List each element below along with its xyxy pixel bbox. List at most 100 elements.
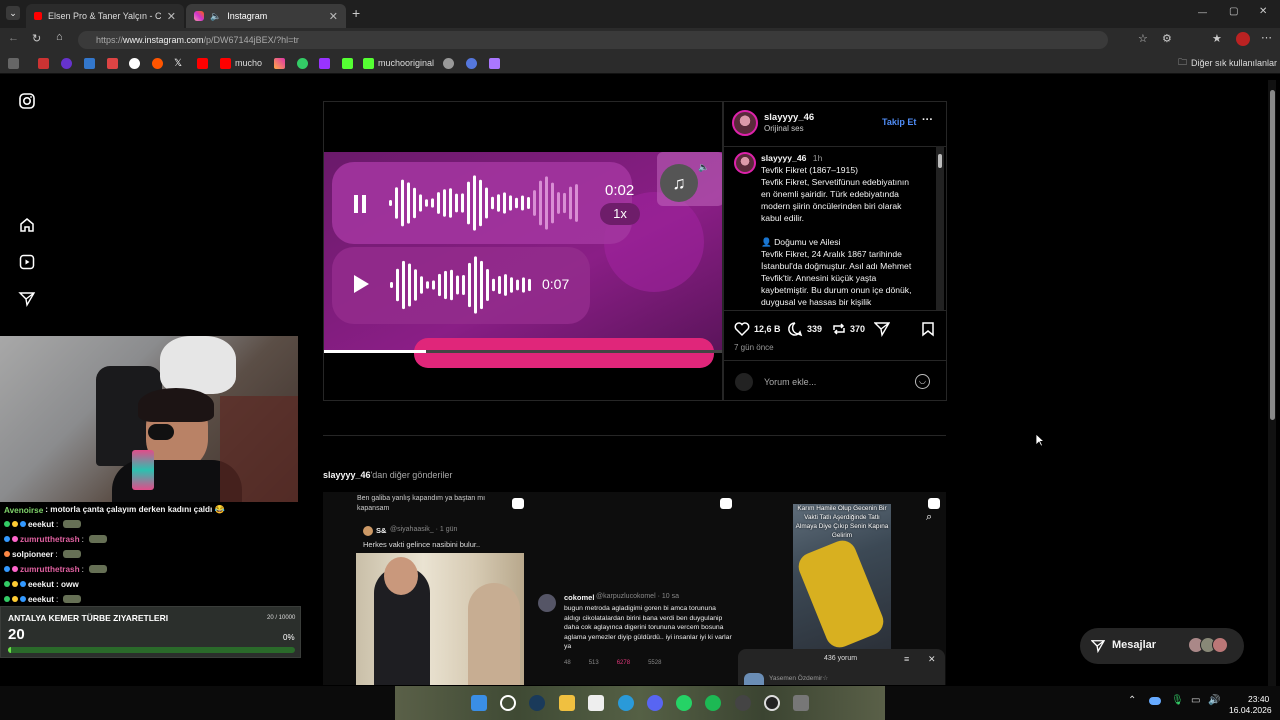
comment-icon[interactable]: [787, 321, 803, 337]
direct-send-icon: [1091, 640, 1105, 653]
webcam-overlay: [0, 336, 298, 502]
tab-list-button[interactable]: ⌄: [6, 6, 20, 20]
url-input[interactable]: https://www.instagram.com/p/DW67144jBEX/…: [78, 31, 1108, 49]
clock-date[interactable]: 16.04.2026: [1229, 705, 1272, 715]
youtube-icon[interactable]: [197, 57, 208, 69]
messages-button[interactable]: Mesajlar: [1080, 628, 1244, 664]
follow-button[interactable]: Takip Et: [882, 117, 916, 127]
close-tab-icon[interactable]: ✕: [329, 10, 338, 23]
bookmark-icon[interactable]: [489, 57, 500, 69]
search-icon[interactable]: [500, 695, 516, 711]
whatsapp-icon[interactable]: [676, 695, 692, 711]
bookmark-icon[interactable]: [8, 57, 19, 69]
direct-send-icon[interactable]: [18, 290, 36, 308]
bookmark-icon[interactable]: [61, 57, 72, 69]
close-window-button[interactable]: ✕: [1259, 6, 1267, 17]
search-icon[interactable]: ⌕: [926, 511, 932, 524]
profile-avatar[interactable]: [1236, 32, 1250, 46]
caption-avatar[interactable]: [734, 152, 756, 174]
reels-icon[interactable]: [18, 253, 36, 271]
app-icon[interactable]: [793, 695, 809, 711]
more-options-icon[interactable]: ···: [922, 114, 933, 126]
instagram-logo-icon[interactable]: [18, 92, 36, 110]
avatar: [1212, 637, 1228, 653]
author-username[interactable]: slayyyy_46: [764, 112, 814, 123]
page-scroll-thumb[interactable]: [1270, 90, 1275, 420]
start-icon[interactable]: [471, 695, 487, 711]
kick-icon[interactable]: [342, 57, 353, 69]
store-icon[interactable]: [588, 695, 604, 711]
close-sheet-icon[interactable]: ✕: [928, 654, 936, 665]
author-avatar[interactable]: [732, 110, 758, 136]
bookmark-mucho[interactable]: mucho: [220, 57, 262, 69]
bookmark-icon[interactable]: [443, 57, 454, 69]
home-icon[interactable]: [18, 216, 36, 234]
playback-speed-badge[interactable]: 1x: [600, 203, 640, 225]
refresh-icon[interactable]: ↻: [32, 32, 41, 45]
other-bookmarks-folder[interactable]: 🗀 Diğer sık kullanılanlar: [1178, 57, 1277, 69]
instagram-icon[interactable]: [274, 57, 285, 69]
speaker-icon[interactable]: 🔈: [210, 11, 221, 22]
clock-time[interactable]: 23:40: [1248, 694, 1269, 704]
pause-icon[interactable]: [354, 195, 366, 213]
repost-icon[interactable]: [831, 321, 847, 337]
comment-input[interactable]: Yorum ekle...: [764, 377, 816, 387]
edge-icon[interactable]: [618, 695, 634, 711]
save-bookmark-icon[interactable]: [920, 321, 936, 337]
favorites-icon[interactable]: ★: [1212, 32, 1222, 45]
google-icon[interactable]: [129, 57, 140, 69]
comments-count[interactable]: 339: [807, 324, 822, 334]
emoji-icon[interactable]: ◡: [915, 374, 930, 389]
posted-time[interactable]: 7 gün önce: [734, 343, 774, 352]
post-thumbnail[interactable]: Ben galiba yanlış kapandım ya baştan mı …: [323, 492, 530, 685]
like-heart-icon[interactable]: [734, 321, 750, 337]
maximize-button[interactable]: ▢: [1229, 6, 1238, 17]
steam-icon[interactable]: [529, 695, 545, 711]
bookmark-icon[interactable]: [84, 57, 95, 69]
discord-icon[interactable]: [647, 695, 663, 711]
bookmark-icon[interactable]: [466, 57, 477, 69]
caption-username[interactable]: slayyyy_46: [761, 153, 806, 163]
reddit-icon[interactable]: [152, 57, 163, 69]
new-tab-button[interactable]: +: [352, 5, 360, 21]
tab-instagram[interactable]: 🔈 Instagram ✕: [186, 4, 346, 28]
post-media-video[interactable]: 0:02 1x 0:07 ♫ 🔈: [323, 101, 723, 401]
app-icon[interactable]: [764, 695, 780, 711]
likes-count[interactable]: 12,6 B: [754, 324, 781, 334]
microphone-icon[interactable]: 🎙: [1171, 695, 1184, 706]
post-thumbnail[interactable]: cokomel @karpuzlucokomel · 10 sa bugun m…: [530, 492, 737, 685]
volume-icon[interactable]: 🔊: [1208, 695, 1220, 706]
onedrive-icon[interactable]: [1149, 697, 1161, 705]
audio-label[interactable]: Orijinal ses: [764, 124, 804, 133]
post-thumbnail[interactable]: Karım Hamile Olup Gecenin Bir Vakti Tatl…: [737, 492, 946, 685]
file-explorer-icon[interactable]: [559, 695, 575, 711]
menu-icon[interactable]: ⋯: [1261, 31, 1272, 44]
bookmark-muchooriginal[interactable]: muchooriginal: [363, 57, 434, 69]
waveform-bar: [533, 190, 536, 216]
twitch-icon[interactable]: [319, 57, 330, 69]
bookmark-icon[interactable]: [38, 57, 49, 69]
more-posts-user[interactable]: slayyyy_46: [323, 470, 371, 480]
caption-scroll-thumb[interactable]: [938, 154, 942, 168]
close-tab-icon[interactable]: ✕: [167, 10, 176, 23]
reposts-count[interactable]: 370: [850, 324, 865, 334]
caption-scrollbar[interactable]: [936, 146, 944, 310]
obs-icon[interactable]: [735, 695, 751, 711]
spotify-icon[interactable]: [705, 695, 721, 711]
music-note-icon[interactable]: ♫: [660, 164, 698, 202]
share-icon[interactable]: [874, 321, 890, 337]
tab-youtube[interactable]: Elsen Pro & Taner Yalçın - Chaki Ci ✕: [26, 4, 184, 28]
back-icon[interactable]: ←: [8, 32, 19, 44]
minimize-button[interactable]: —: [1198, 7, 1207, 17]
network-icon[interactable]: ▭: [1191, 695, 1200, 706]
tray-chevron-icon[interactable]: ⌃: [1128, 695, 1136, 706]
whatsapp-icon[interactable]: [297, 57, 308, 69]
gmail-icon[interactable]: [107, 57, 118, 69]
mute-icon[interactable]: 🔈: [698, 162, 709, 173]
favorite-star-icon[interactable]: ☆: [1138, 32, 1148, 45]
extensions-icon[interactable]: ⚙: [1162, 32, 1172, 45]
home-icon[interactable]: ⌂: [56, 31, 63, 43]
x-icon[interactable]: 𝕏: [174, 57, 182, 69]
play-icon[interactable]: [354, 275, 369, 293]
filter-icon[interactable]: ≡: [904, 654, 909, 664]
